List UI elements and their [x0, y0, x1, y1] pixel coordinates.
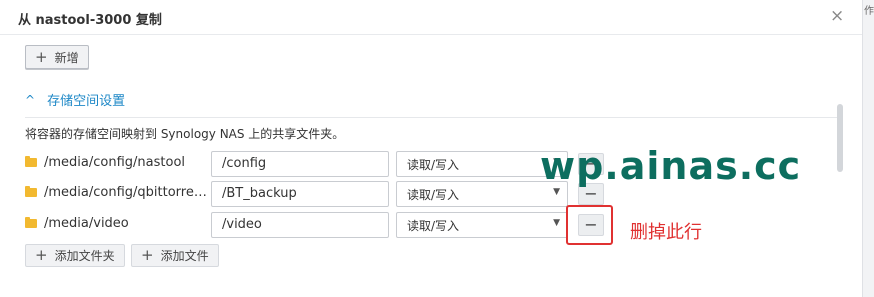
- mount-path-input[interactable]: /config: [211, 151, 389, 177]
- mount-path-input[interactable]: /BT_backup: [211, 181, 389, 207]
- plus-icon: +: [141, 246, 154, 264]
- add-file-button[interactable]: + 添加文件: [131, 244, 219, 267]
- add-button-label: 新增: [54, 50, 79, 65]
- folder-icon: [25, 186, 37, 197]
- add-folder-label: 添加文件夹: [54, 249, 115, 263]
- add-folder-button[interactable]: + 添加文件夹: [25, 244, 125, 267]
- mount-path-input[interactable]: /video: [211, 212, 389, 238]
- volume-row: /media/video /video 读取/写入 ▼ −: [25, 212, 615, 238]
- dialog-titlebar: 从 nastool-3000 复制 ×: [0, 0, 862, 35]
- annotation-label: 删掉此行: [630, 222, 702, 243]
- chevron-up-icon: ^: [25, 92, 36, 107]
- storage-settings-toggle[interactable]: ^ 存储空间设置: [25, 90, 126, 110]
- folder-icon: [25, 217, 37, 228]
- volume-path: /media/video: [44, 216, 129, 231]
- permission-value: 读取/写入: [407, 188, 460, 202]
- plus-icon: +: [35, 47, 48, 66]
- permission-value: 读取/写入: [407, 158, 460, 172]
- volume-path: /media/config/nastool: [44, 155, 186, 170]
- dialog-title: 从 nastool-3000 复制: [18, 13, 162, 28]
- section-description: 将容器的存储空间映射到 Synology NAS 上的共享文件夹。: [25, 127, 345, 141]
- background-window-text: 作: [864, 6, 874, 17]
- volume-row: /media/config/nastool /config 读取/写入 ▼ −: [25, 151, 615, 177]
- plus-icon: +: [35, 246, 48, 264]
- highlight-box: [566, 205, 613, 245]
- watermark-text: wp.ainas.cc: [540, 144, 802, 188]
- scrollbar-thumb[interactable]: [837, 104, 843, 172]
- add-file-label: 添加文件: [160, 249, 209, 263]
- close-icon[interactable]: ×: [830, 6, 844, 26]
- permission-select[interactable]: 读取/写入 ▼: [396, 212, 568, 238]
- section-title: 存储空间设置: [47, 94, 126, 109]
- add-button[interactable]: + 新增: [25, 45, 89, 69]
- volume-path: /media/config/qbittorrent...: [44, 185, 210, 200]
- permission-value: 读取/写入: [407, 219, 460, 233]
- dropdown-caret-icon: ▼: [553, 218, 560, 228]
- section-divider: [25, 117, 837, 118]
- folder-icon: [25, 156, 37, 167]
- dropdown-caret-icon: ▼: [553, 187, 560, 197]
- background-window-edge: [862, 0, 874, 297]
- volume-row: /media/config/qbittorrent... /BT_backup …: [25, 181, 615, 207]
